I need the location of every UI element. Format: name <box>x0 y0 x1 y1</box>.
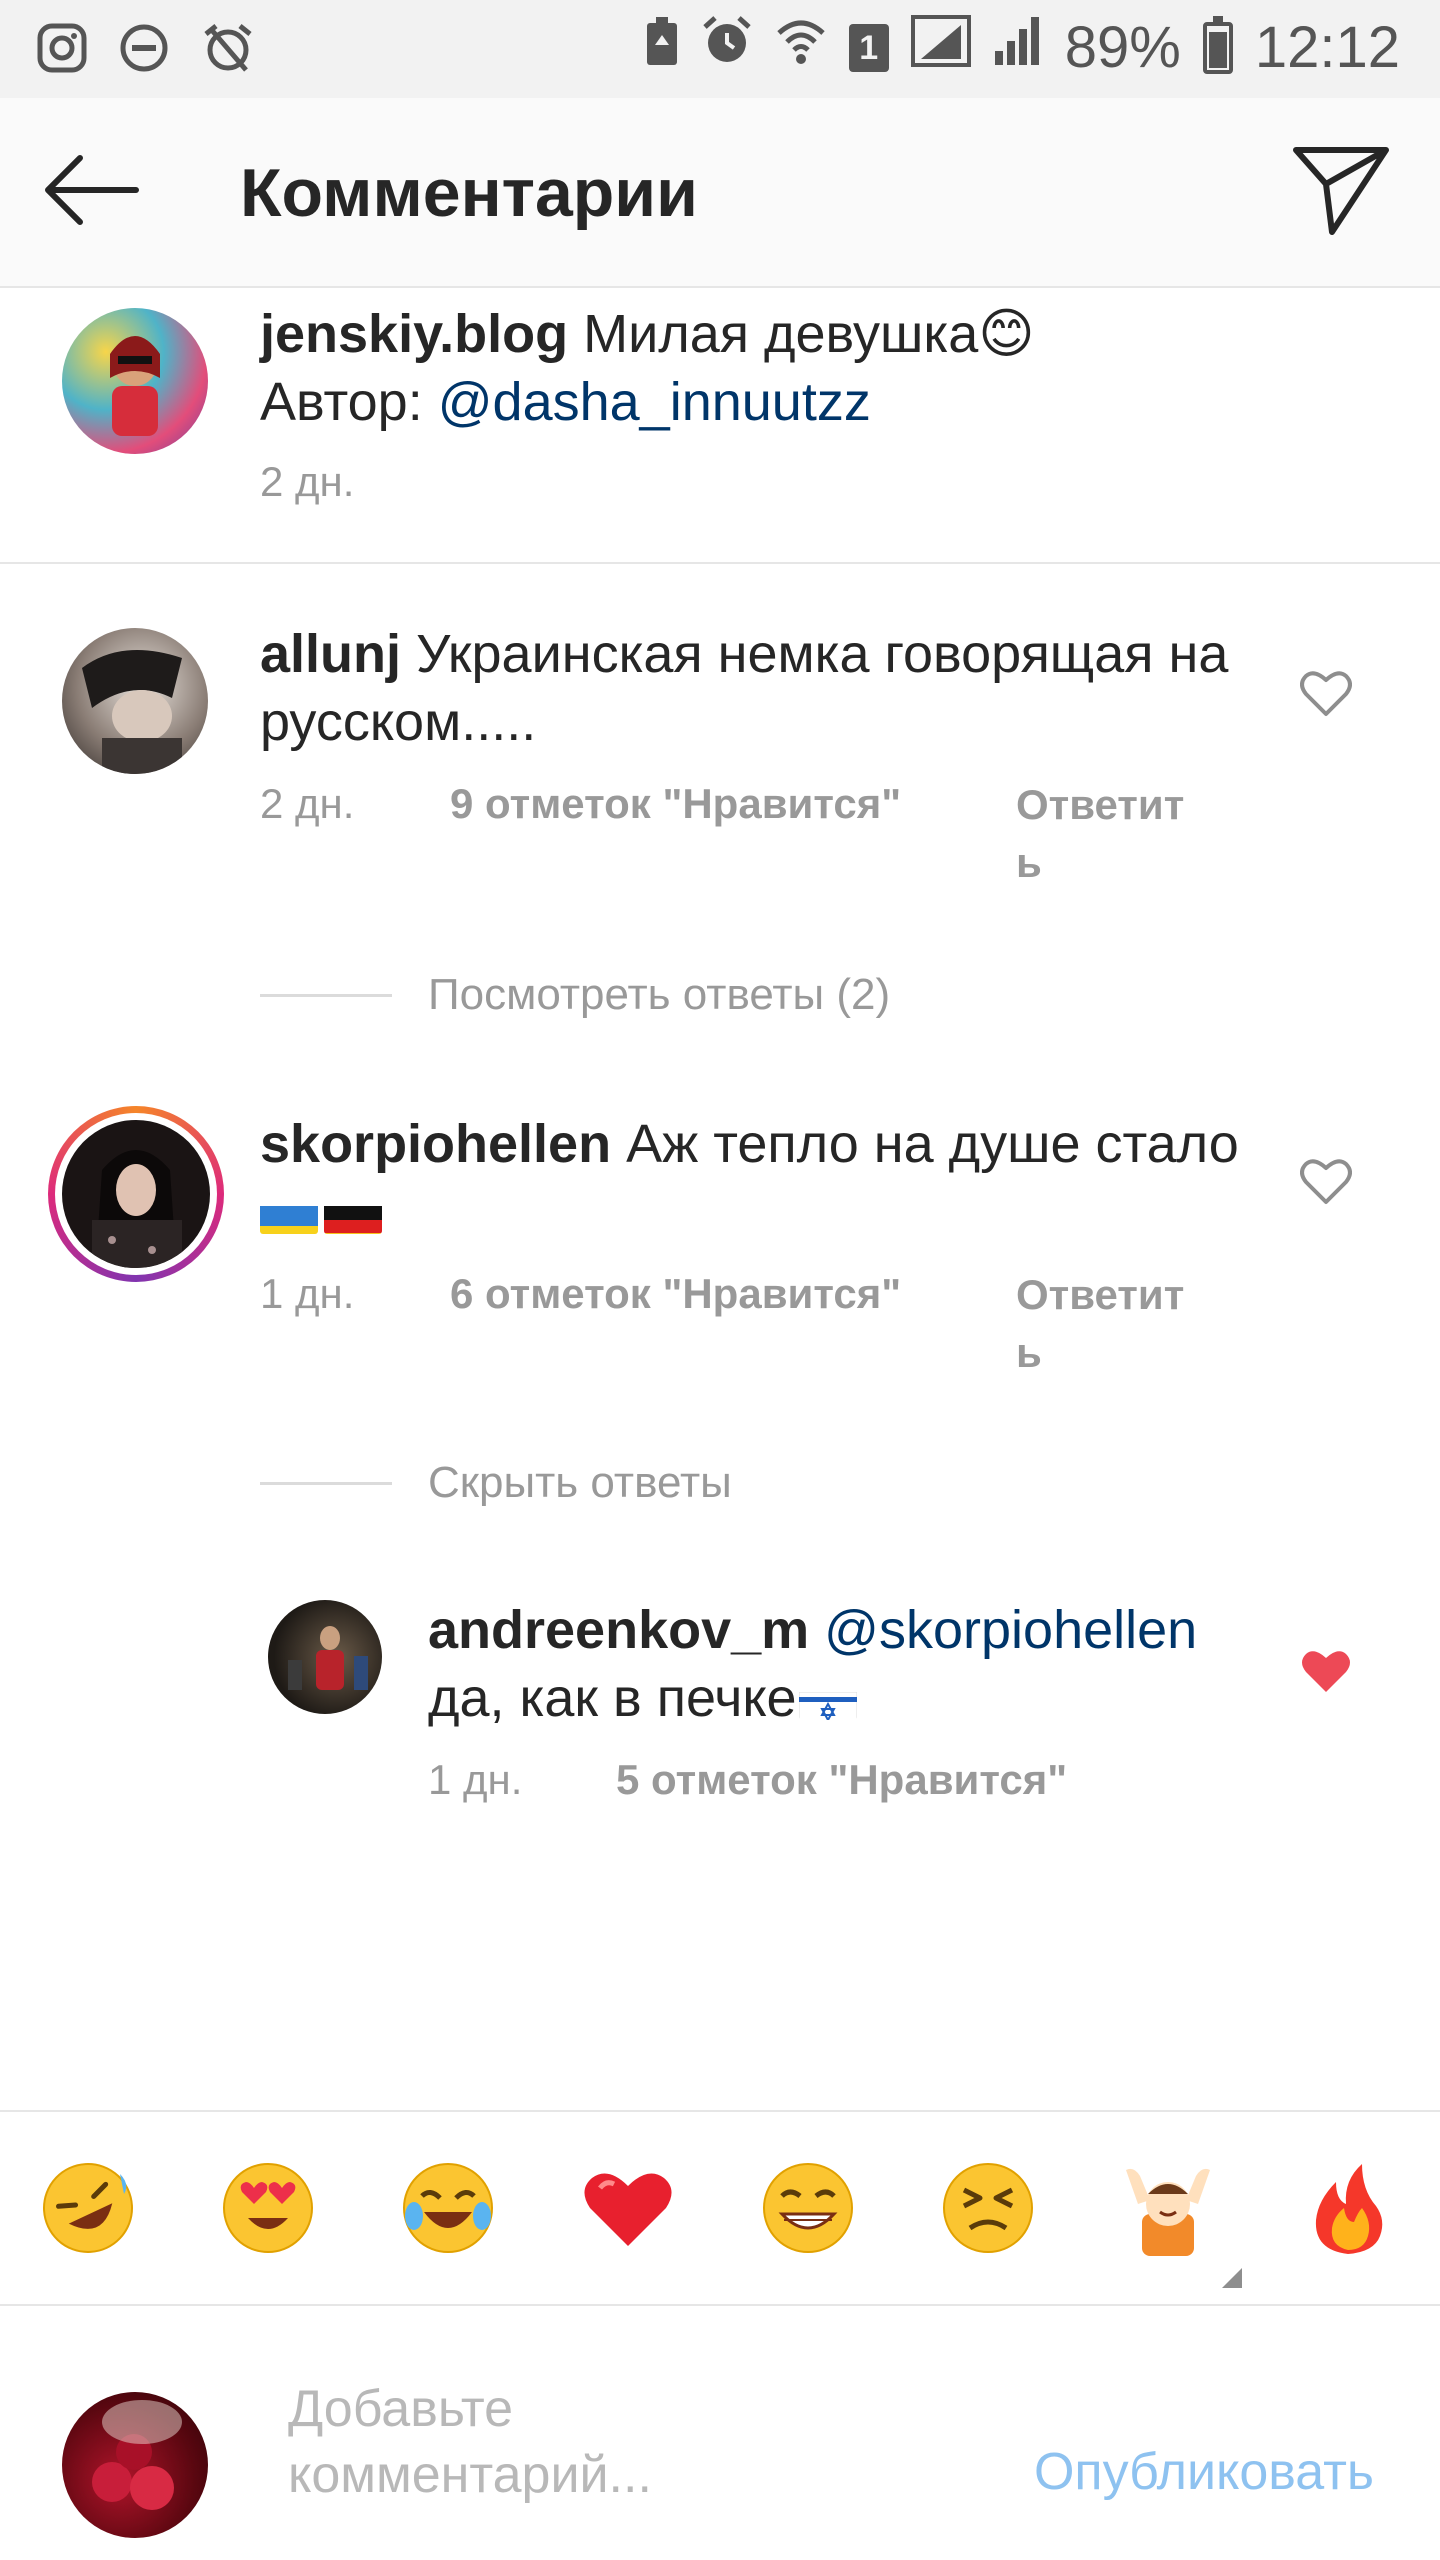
heart-icon[interactable] <box>1300 1158 1352 1211</box>
battery-percent: 89% <box>1064 15 1181 80</box>
view-replies-label: Посмотреть ответы (2) <box>428 970 891 1019</box>
hide-replies-button[interactable]: Скрыть ответы <box>260 1458 732 1508</box>
clock: 12:12 <box>1254 15 1400 80</box>
tears-of-joy-emoji[interactable] <box>400 2160 496 2256</box>
sim-icon: 1 <box>848 23 889 72</box>
caption: jenskiy.blog Милая девушка😊 Автор: @dash… <box>0 290 1440 562</box>
username[interactable]: allunj <box>260 624 401 684</box>
reply-text: да, как в печке <box>428 1668 797 1728</box>
caption-text: Милая девушка😊 <box>568 304 1035 364</box>
emoji-quick-bar <box>0 2110 1440 2306</box>
username[interactable]: jenskiy.blog <box>260 304 568 364</box>
rofl-emoji[interactable] <box>40 2160 136 2256</box>
direct-send-icon[interactable] <box>1292 142 1392 243</box>
alarm-off-icon <box>200 22 256 79</box>
signal-icon <box>910 14 971 81</box>
view-replies-button[interactable]: Посмотреть ответы (2) <box>260 970 890 1020</box>
divider-line <box>260 1481 392 1485</box>
heart-icon[interactable] <box>1300 670 1352 723</box>
timestamp: 1 дн. <box>260 1270 355 1317</box>
divider <box>0 562 1440 564</box>
comment-input[interactable]: Добавьте комментарий... <box>288 2376 808 2508</box>
raising-hands-emoji[interactable] <box>1120 2160 1216 2256</box>
ukraine-flag-icon <box>260 1194 318 1234</box>
avatar[interactable] <box>62 628 208 774</box>
more-emoji-indicator-icon <box>1222 2268 1242 2293</box>
back-arrow-icon[interactable] <box>40 150 140 235</box>
timestamp: 1 дн. <box>428 1756 523 1803</box>
signal-icon-2 <box>993 14 1043 81</box>
battery-icon <box>1202 15 1233 74</box>
dnd-icon <box>118 22 170 79</box>
comment-input-bar: Добавьте комментарий... Опубликовать <box>0 2306 1440 2560</box>
timestamp: 2 дн. <box>260 458 355 505</box>
reply-comment: andreenkov_m @skorpiohellen да, как в пе… <box>0 1596 1440 1836</box>
username[interactable]: andreenkov_m <box>428 1600 809 1660</box>
israel-flag-icon <box>798 1680 857 1720</box>
avatar <box>62 1120 210 1268</box>
author-label: Автор: <box>260 372 438 432</box>
comment-text: Аж тепло на душе стало <box>611 1114 1239 1174</box>
alarm-icon <box>701 14 753 81</box>
germany-flag-icon <box>324 1194 382 1234</box>
wifi-icon <box>775 14 827 81</box>
instagram-icon <box>36 22 88 79</box>
persevering-emoji[interactable] <box>940 2160 1036 2256</box>
username[interactable]: skorpiohellen <box>260 1114 611 1174</box>
page-title: Комментарии <box>240 155 698 231</box>
battery-saver-icon <box>645 14 679 81</box>
avatar[interactable] <box>268 1600 382 1714</box>
comment-text: Украинская немка говорящая на русском...… <box>260 624 1229 752</box>
timestamp: 2 дн. <box>260 780 355 827</box>
avatar-story-ring[interactable] <box>48 1106 224 1282</box>
reply-button[interactable]: Ответить <box>1016 1266 1186 1382</box>
hide-replies-label: Скрыть ответы <box>428 1458 732 1507</box>
avatar[interactable] <box>62 308 208 454</box>
likes-count[interactable]: 6 отметок "Нравится" <box>450 1270 901 1318</box>
fire-emoji[interactable] <box>1300 2160 1396 2256</box>
mention[interactable]: @skorpiohellen <box>809 1600 1197 1660</box>
own-avatar <box>62 2392 208 2538</box>
author-mention[interactable]: @dasha_innuutzz <box>438 372 871 432</box>
likes-count[interactable]: 9 отметок "Нравится" <box>450 780 901 828</box>
comment: skorpiohellen Аж тепло на душе стало 1 д… <box>0 1106 1440 1526</box>
liked-heart-icon[interactable] <box>1300 1648 1352 1701</box>
header: Комментарии <box>0 98 1440 288</box>
divider-line <box>260 993 392 997</box>
heart-eyes-emoji[interactable] <box>220 2160 316 2256</box>
comment: allunj Украинская немка говорящая на рус… <box>0 620 1440 1019</box>
grin-emoji[interactable] <box>760 2160 856 2256</box>
reply-button[interactable]: Ответить <box>1016 776 1186 892</box>
publish-button[interactable]: Опубликовать <box>1034 2442 1374 2502</box>
red-heart-emoji[interactable] <box>580 2160 676 2256</box>
likes-count[interactable]: 5 отметок "Нравится" <box>616 1756 1067 1804</box>
status-bar: 1 89% 12:12 <box>0 0 1440 98</box>
